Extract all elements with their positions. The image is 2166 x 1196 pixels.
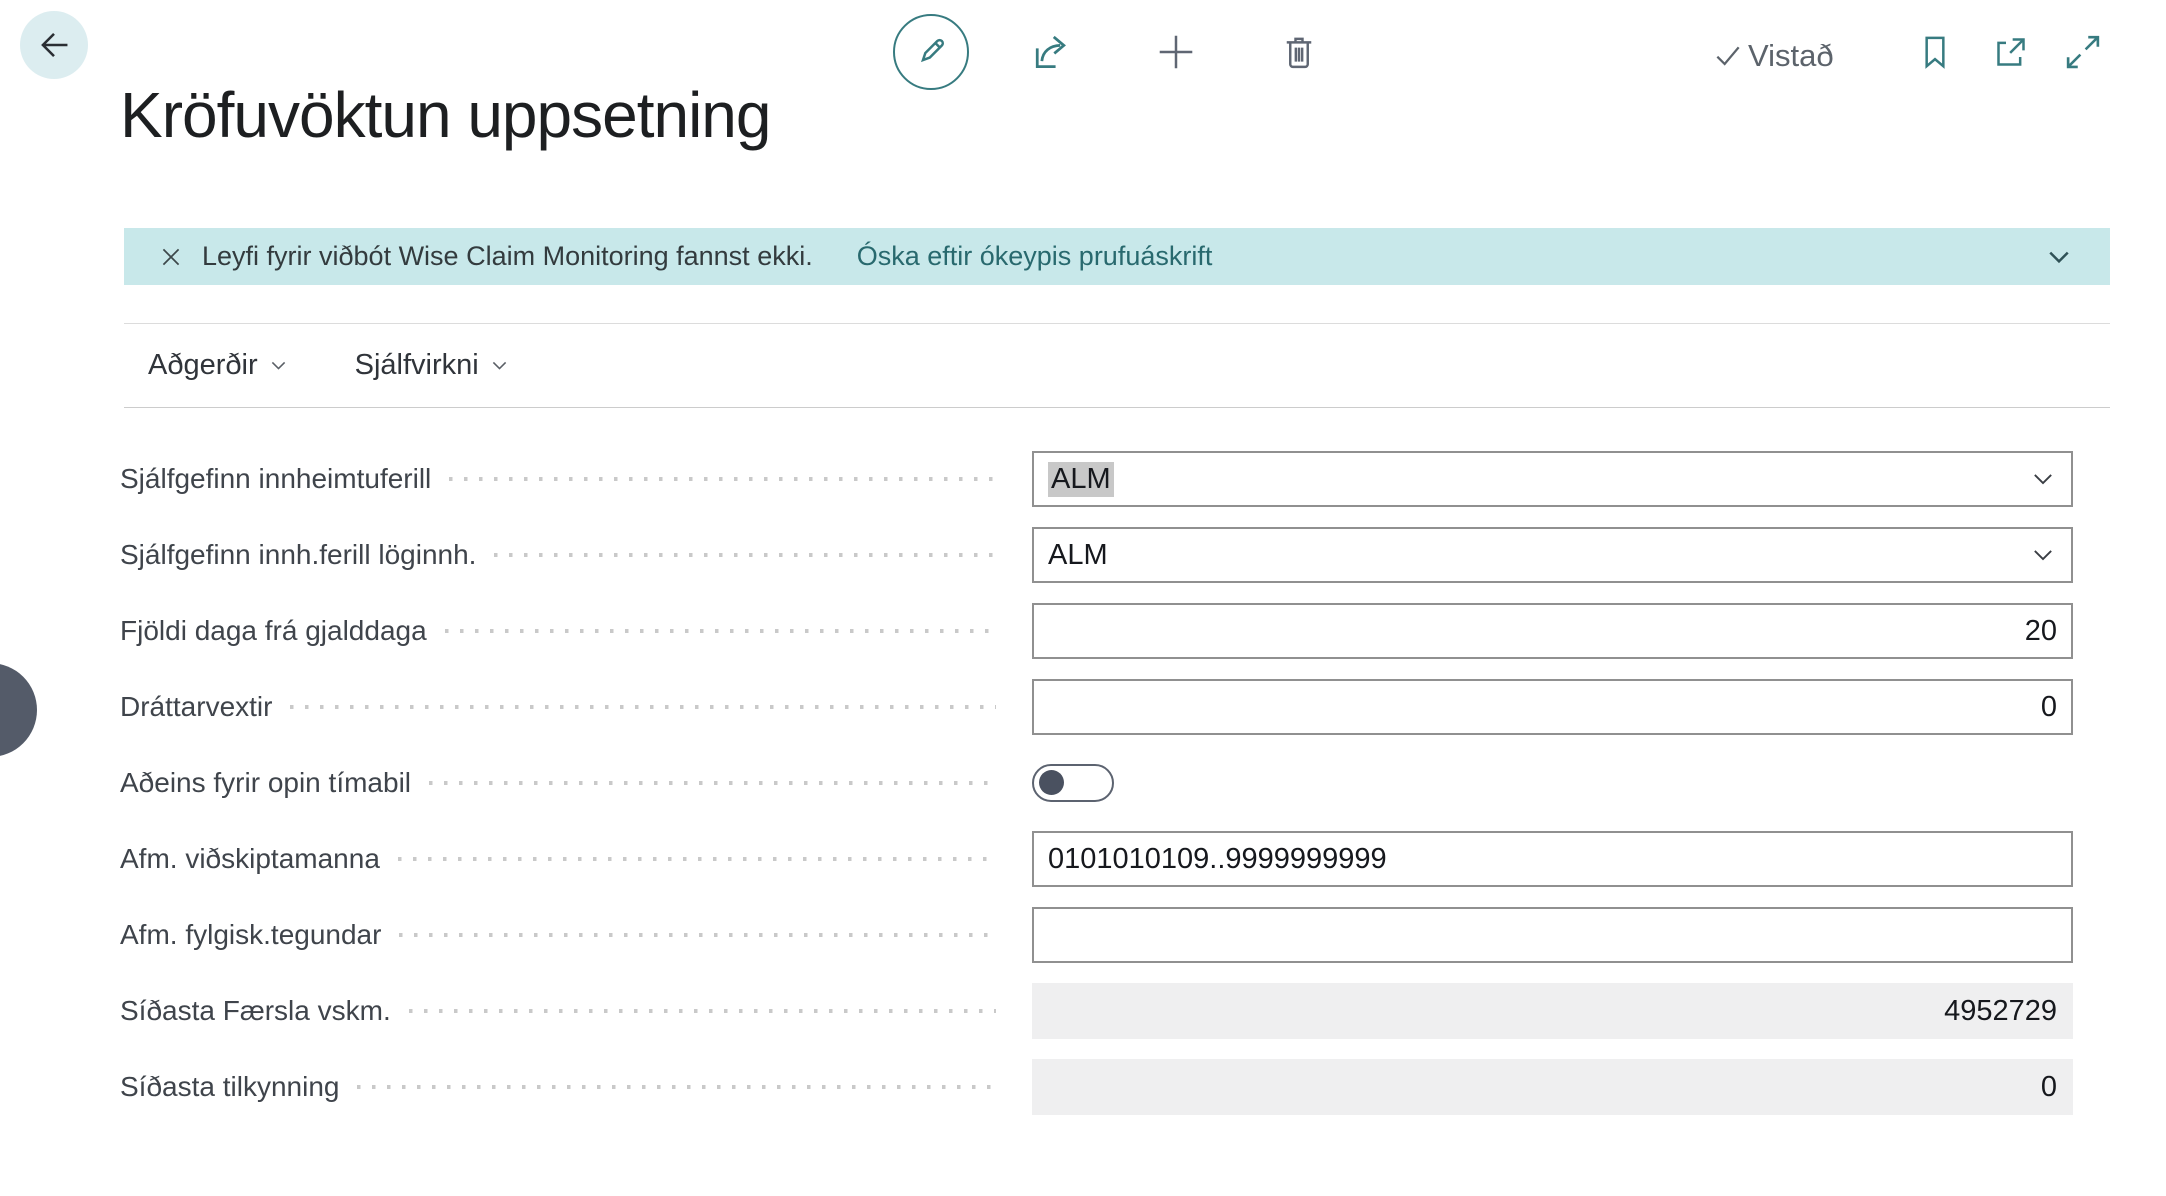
field-label: Síðasta tilkynning: [120, 1071, 339, 1103]
field-label: Aðeins fyrir opin tímabil: [120, 767, 411, 799]
input-value: 20: [2025, 615, 2057, 648]
dotted-leader: [445, 629, 996, 633]
dotted-leader: [494, 553, 996, 557]
input-value: 0101010109..9999999999: [1048, 843, 1387, 876]
field-label: Afm. fylgisk.tegundar: [120, 919, 381, 951]
field-row-last-entry: Síðasta Færsla vskm. 4952729: [120, 983, 2073, 1039]
banner-close-button[interactable]: [154, 240, 188, 274]
add-button[interactable]: [1153, 29, 1199, 75]
field-row-penalty-interest: Dráttarvextir 0: [120, 679, 2073, 735]
expand-diagonal-icon: [2062, 31, 2104, 73]
share-icon: [1029, 30, 1073, 74]
dotted-leader: [449, 477, 996, 481]
menu-automation-label: Sjálfvirkni: [355, 349, 479, 382]
readonly-value: 4952729: [1944, 995, 2057, 1028]
edit-pencil-icon: [911, 32, 951, 72]
side-drawer-handle[interactable]: [0, 663, 37, 757]
field-label: Fjöldi daga frá gjalddaga: [120, 615, 427, 647]
input-value: 0: [2041, 691, 2057, 724]
saved-check-icon: [1712, 40, 1744, 72]
open-in-new-window-icon: [1991, 32, 2031, 72]
field-row-default-legal-process: Sjálfgefinn innh.ferill löginnh. ALM: [120, 527, 2073, 583]
menu-actions[interactable]: Aðgerðir: [148, 349, 289, 382]
menu-automation[interactable]: Sjálfvirkni: [355, 349, 510, 382]
chevron-down-icon[interactable]: [2029, 541, 2057, 569]
expand-button[interactable]: [2060, 29, 2106, 75]
penalty-interest-input[interactable]: 0: [1032, 679, 2073, 735]
field-label: Dráttarvextir: [120, 691, 272, 723]
banner-action-link[interactable]: Óska eftir ókeypis prufuáskrift: [857, 241, 1213, 272]
field-row-document-type-filter: Afm. fylgisk.tegundar: [120, 907, 2073, 963]
default-legal-process-input[interactable]: ALM: [1032, 527, 2073, 583]
bookmark-icon: [1915, 32, 1955, 72]
open-in-new-window-button[interactable]: [1988, 29, 2034, 75]
dotted-leader: [357, 1085, 996, 1089]
bookmark-button[interactable]: [1912, 29, 1958, 75]
days-from-due-date-input[interactable]: 20: [1032, 603, 2073, 659]
document-type-filter-input[interactable]: [1032, 907, 2073, 963]
dotted-leader: [290, 705, 996, 709]
input-value: ALM: [1048, 539, 1108, 572]
chevron-down-icon[interactable]: [2029, 465, 2057, 493]
banner-message: Leyfi fyrir viðbót Wise Claim Monitoring…: [202, 241, 813, 272]
action-menubar: Aðgerðir Sjálfvirkni: [124, 323, 2110, 408]
edit-button[interactable]: [893, 14, 969, 90]
trash-icon: [1278, 31, 1320, 73]
last-entry-readonly-field: 4952729: [1032, 983, 2073, 1039]
page-title: Kröfuvöktun uppsetning: [120, 78, 770, 152]
chevron-down-icon: [268, 355, 289, 376]
menu-actions-label: Aðgerðir: [148, 349, 258, 382]
field-label: Sjálfgefinn innh.ferill löginnh.: [120, 539, 476, 571]
toggle-knob: [1039, 770, 1064, 795]
back-arrow-icon: [35, 26, 73, 64]
field-label: Afm. viðskiptamanna: [120, 843, 380, 875]
add-plus-icon: [1153, 29, 1199, 75]
close-icon: [158, 244, 184, 270]
share-button[interactable]: [1028, 29, 1074, 75]
field-label: Sjálfgefinn innheimtuferill: [120, 463, 431, 495]
input-value-selected: ALM: [1048, 462, 1114, 497]
field-row-last-notification: Síðasta tilkynning 0: [120, 1059, 2073, 1115]
field-row-open-periods-only: Aðeins fyrir opin tímabil: [120, 755, 2073, 811]
banner-chevron-down-icon[interactable]: [2044, 242, 2074, 272]
field-label: Síðasta Færsla vskm.: [120, 995, 391, 1027]
chevron-down-icon: [489, 355, 510, 376]
open-periods-only-toggle[interactable]: [1032, 764, 1114, 802]
default-collection-process-input[interactable]: ALM: [1032, 451, 2073, 507]
last-notification-readonly-field: 0: [1032, 1059, 2073, 1115]
delete-button[interactable]: [1276, 29, 1322, 75]
readonly-value: 0: [2041, 1071, 2057, 1104]
field-row-default-collection-process: Sjálfgefinn innheimtuferill ALM: [120, 451, 2073, 507]
save-status: Vistað: [1712, 34, 1834, 78]
field-row-days-from-due-date: Fjöldi daga frá gjalddaga 20: [120, 603, 2073, 659]
saved-label: Vistað: [1748, 38, 1834, 74]
dotted-leader: [429, 781, 996, 785]
notification-banner: Leyfi fyrir viðbót Wise Claim Monitoring…: [124, 228, 2110, 285]
dotted-leader: [398, 857, 996, 861]
dotted-leader: [399, 933, 996, 937]
dotted-leader: [409, 1009, 996, 1013]
back-button[interactable]: [20, 11, 88, 79]
field-row-customer-filter: Afm. viðskiptamanna 0101010109..99999999…: [120, 831, 2073, 887]
customer-filter-input[interactable]: 0101010109..9999999999: [1032, 831, 2073, 887]
